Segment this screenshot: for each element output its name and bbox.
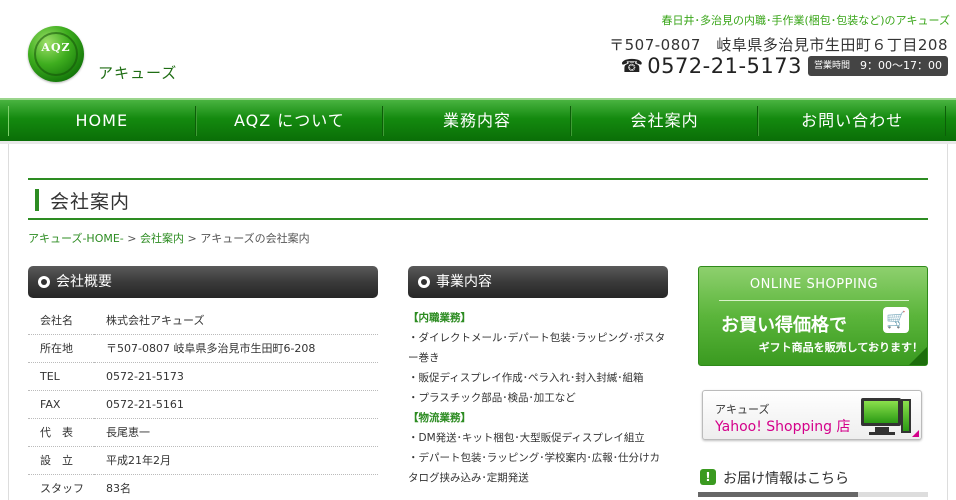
table-row: 設 立平成21年2月 xyxy=(28,446,378,475)
row-key: TEL xyxy=(28,362,94,391)
business-category: 【内職業務】 xyxy=(408,312,471,324)
company-overview-heading: 会社概要 xyxy=(28,266,378,298)
business-label: 事業内容 xyxy=(436,274,492,290)
online-shopping-title: ONLINE SHOPPING xyxy=(749,277,879,292)
business-item: ・DM発送･キット梱包･大型販促ディスプレイ組立 xyxy=(408,432,645,444)
table-row: スタッフ 83名 xyxy=(28,474,378,500)
exclamation-icon: ! xyxy=(700,469,716,485)
page-title: 会社案内 xyxy=(50,191,131,213)
row-key: スタッフ xyxy=(28,474,94,500)
table-row: TEL 0572-21-5173 xyxy=(28,362,378,391)
site-tagline: 春日井･多治見の内職･手作業(梱包･包装など)のアキューズ xyxy=(661,14,950,27)
row-value: 平成21年2月 xyxy=(94,446,378,475)
row-value: 83名 xyxy=(94,474,378,500)
row-value: 〒507-0807 岐阜県多治見市生田町6-208 xyxy=(94,334,378,363)
company-overview-table: 会社名 株式会社アキューズ 所在地 〒507-0807 岐阜県多治見市生田町6-20… xyxy=(28,306,378,500)
cart-icon: 🛒 xyxy=(883,307,909,333)
row-key: 設 立 xyxy=(28,446,94,475)
hours-value: 9：00～17：00 xyxy=(860,59,942,72)
breadcrumb-separator: > xyxy=(187,232,197,245)
business-item: ・プラスチック部品･検品･加工など xyxy=(408,392,576,404)
nav-item-company[interactable]: 会社案内 xyxy=(570,106,759,136)
logo-mark: AQZ xyxy=(41,41,71,54)
breadcrumb-separator: > xyxy=(127,232,137,245)
online-shopping-sub: ギフト商品を販売しております！ xyxy=(758,341,923,354)
row-value: 0572-21-5173 xyxy=(94,362,378,391)
business-hours-badge: 営業時間 9：00～17：00 xyxy=(807,56,948,76)
telephone-icon: ☎ xyxy=(620,55,644,77)
yahoo-banner-title: Yahoo! Shopping 店 xyxy=(715,419,851,435)
computer-base xyxy=(869,432,895,435)
table-row: 代 表長尾恵一 xyxy=(28,418,378,447)
bullet-icon xyxy=(38,276,50,288)
yahoo-banner-shop: アキューズ xyxy=(715,403,770,416)
computer-tower-icon xyxy=(901,399,911,433)
hours-label: 営業時間 xyxy=(813,61,850,71)
row-value: 株式会社アキューズ xyxy=(94,306,378,335)
row-key: 代 表 xyxy=(28,418,94,447)
row-value: 長尾恵一 xyxy=(94,418,378,447)
online-shopping-banner[interactable]: ONLINE SHOPPING お買い得価格で 🛒 ギフト商品を販売しております… xyxy=(698,266,928,366)
logo-name: アキューズ xyxy=(98,64,178,82)
row-key: FAX xyxy=(28,390,94,419)
business-list: 【内職業務】 ・ダイレクトメール･デパート包装･ラッピング･ポスター巻き ・販促… xyxy=(408,308,668,488)
business-category: 【物流業務】 xyxy=(408,412,471,424)
nav-item-home[interactable]: HOME xyxy=(8,106,196,136)
nav-item-services[interactable]: 業務内容 xyxy=(383,106,571,136)
breadcrumb: アキューズ-HOME- > 会社案内 > アキューズの会社案内 xyxy=(28,230,310,246)
nav-items: HOME AQZ について 業務内容 会社案内 お問い合わせ xyxy=(8,106,946,136)
computer-icon xyxy=(861,398,901,426)
delivery-info-heading[interactable]: ! お届け情報はこちら xyxy=(698,468,928,497)
business-item: ・ダイレクトメール･デパート包装･ラッピング･ポスター巻き xyxy=(408,332,666,364)
header-tel: 0572-21-5173 xyxy=(647,54,802,78)
company-overview-label: 会社概要 xyxy=(56,274,112,290)
site-header: AQZ アキューズ 春日井･多治見の内職･手作業(梱包･包装など)のアキューズ … xyxy=(0,0,956,98)
title-accent-bar xyxy=(35,189,39,211)
table-row: 所在地 〒507-0807 岐阜県多治見市生田町6-208 xyxy=(28,334,378,363)
breadcrumb-home[interactable]: アキューズ-HOME- xyxy=(28,232,124,245)
business-heading: 事業内容 xyxy=(408,266,668,298)
delivery-underline-fill xyxy=(698,492,858,497)
row-key: 所在地 xyxy=(28,334,94,363)
business-item: ・デパート包装･ラッピング･学校案内･広報･仕分けカタログ挟み込み･定期発送 xyxy=(408,452,660,484)
bullet-icon xyxy=(418,276,430,288)
site-logo[interactable]: AQZ アキューズ xyxy=(26,24,186,88)
nav-item-about[interactable]: AQZ について xyxy=(195,106,384,136)
table-row: 会社名 株式会社アキューズ xyxy=(28,306,378,335)
business-item: ・販促ディスプレイ作成･ペラ入れ･封入封緘･組箱 xyxy=(408,372,644,384)
table-row: FAX 0572-21-5161 xyxy=(28,390,378,419)
banner-corner xyxy=(912,430,919,437)
page-title-box: 会社案内 xyxy=(28,178,928,220)
online-shopping-main: お買い得価格で xyxy=(721,315,847,336)
row-value: 0572-21-5161 xyxy=(94,390,378,419)
delivery-info-label: お届け情報はこちら xyxy=(723,471,849,487)
breadcrumb-current: アキューズの会社案内 xyxy=(200,232,310,245)
nav-item-contact[interactable]: お問い合わせ xyxy=(758,106,946,136)
delivery-underline xyxy=(698,492,928,497)
row-key: 会社名 xyxy=(28,306,94,335)
banner-corner xyxy=(909,347,927,365)
header-address: 〒507-0807 岐阜県多治見市生田町６丁目208 xyxy=(609,36,948,54)
yahoo-shopping-banner[interactable]: アキューズ Yahoo! Shopping 店 xyxy=(702,390,922,440)
global-nav: HOME AQZ について 業務内容 会社案内 お問い合わせ xyxy=(0,98,956,144)
tel-row: ☎ 0572-21-5173 営業時間 9：00～17：00 xyxy=(621,54,948,78)
logo-ring xyxy=(34,32,78,76)
banner-divider xyxy=(719,300,909,301)
breadcrumb-company[interactable]: 会社案内 xyxy=(140,232,184,245)
